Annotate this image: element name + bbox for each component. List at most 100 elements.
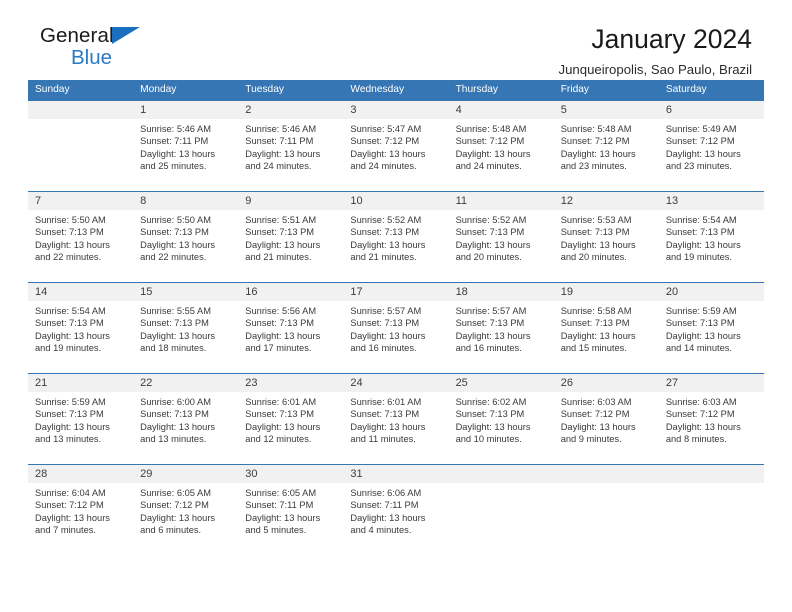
sunset-text: Sunset: 7:11 PM — [245, 500, 314, 511]
day-cell[interactable]: Sunrise: 5:58 AM Sunset: 7:13 PM Dayligh… — [554, 301, 659, 373]
daylight-text-line1: Daylight: 13 hours — [140, 512, 216, 523]
day-number[interactable] — [28, 101, 133, 119]
daylight-text-line2: and 17 minutes. — [245, 343, 312, 354]
day-number[interactable]: 23 — [238, 374, 343, 392]
day-number[interactable]: 8 — [133, 192, 238, 210]
day-number[interactable]: 22 — [133, 374, 238, 392]
day-cell[interactable]: Sunrise: 5:59 AM Sunset: 7:13 PM Dayligh… — [659, 301, 764, 373]
day-number[interactable]: 4 — [449, 101, 554, 119]
day-number[interactable]: 6 — [659, 101, 764, 119]
day-cell[interactable] — [659, 483, 764, 555]
day-cell[interactable]: Sunrise: 5:47 AM Sunset: 7:12 PM Dayligh… — [343, 119, 448, 191]
day-cell[interactable] — [449, 483, 554, 555]
day-cell[interactable]: Sunrise: 5:53 AM Sunset: 7:13 PM Dayligh… — [554, 210, 659, 282]
daylight-text-line1: Daylight: 13 hours — [350, 330, 426, 341]
day-number[interactable]: 10 — [343, 192, 448, 210]
day-cell[interactable]: Sunrise: 6:05 AM Sunset: 7:11 PM Dayligh… — [238, 483, 343, 555]
day-number[interactable]: 20 — [659, 283, 764, 301]
day-number[interactable]: 13 — [659, 192, 764, 210]
daylight-text-line1: Daylight: 13 hours — [245, 330, 321, 341]
day-cell[interactable]: Sunrise: 6:02 AM Sunset: 7:13 PM Dayligh… — [449, 392, 554, 464]
sunset-text: Sunset: 7:13 PM — [455, 318, 525, 329]
sunrise-text: Sunrise: 6:03 AM — [665, 397, 737, 407]
day-cell[interactable]: Sunrise: 5:50 AM Sunset: 7:13 PM Dayligh… — [28, 210, 133, 282]
day-cell[interactable]: Sunrise: 5:51 AM Sunset: 7:13 PM Dayligh… — [238, 210, 343, 282]
day-cell[interactable]: Sunrise: 5:54 AM Sunset: 7:13 PM Dayligh… — [659, 210, 764, 282]
day-number[interactable]: 26 — [554, 374, 659, 392]
day-cell[interactable]: Sunrise: 5:46 AM Sunset: 7:11 PM Dayligh… — [238, 119, 343, 191]
day-cell[interactable]: Sunrise: 6:01 AM Sunset: 7:13 PM Dayligh… — [343, 392, 448, 464]
day-cell[interactable]: Sunrise: 6:01 AM Sunset: 7:13 PM Dayligh… — [238, 392, 343, 464]
day-cell[interactable]: Sunrise: 5:49 AM Sunset: 7:12 PM Dayligh… — [659, 119, 764, 191]
day-cell[interactable]: Sunrise: 5:46 AM Sunset: 7:11 PM Dayligh… — [133, 119, 238, 191]
day-number[interactable]: 1 — [133, 101, 238, 119]
day-number[interactable]: 16 — [238, 283, 343, 301]
daylight-text-line1: Daylight: 13 hours — [455, 421, 531, 432]
day-cell[interactable]: Sunrise: 5:48 AM Sunset: 7:12 PM Dayligh… — [554, 119, 659, 191]
day-number[interactable]: 15 — [133, 283, 238, 301]
day-number[interactable]: 12 — [554, 192, 659, 210]
day-number[interactable] — [449, 465, 554, 483]
day-number[interactable]: 19 — [554, 283, 659, 301]
sunset-text: Sunset: 7:13 PM — [35, 409, 104, 420]
daylight-text-line1: Daylight: 13 hours — [455, 330, 531, 341]
day-number[interactable]: 9 — [238, 192, 343, 210]
daylight-text-line2: and 13 minutes. — [35, 434, 102, 445]
logo-text-general: General — [40, 24, 114, 47]
day-cell[interactable]: Sunrise: 5:56 AM Sunset: 7:13 PM Dayligh… — [238, 301, 343, 373]
day-number[interactable]: 2 — [238, 101, 343, 119]
day-number[interactable]: 21 — [28, 374, 133, 392]
day-cell[interactable]: Sunrise: 5:50 AM Sunset: 7:13 PM Dayligh… — [133, 210, 238, 282]
day-cell[interactable]: Sunrise: 5:48 AM Sunset: 7:12 PM Dayligh… — [449, 119, 554, 191]
day-number[interactable]: 5 — [554, 101, 659, 119]
day-cell[interactable]: Sunrise: 5:54 AM Sunset: 7:13 PM Dayligh… — [28, 301, 133, 373]
daylight-text-line2: and 22 minutes. — [140, 252, 207, 263]
day-number[interactable] — [659, 465, 764, 483]
day-cell[interactable]: Sunrise: 5:59 AM Sunset: 7:13 PM Dayligh… — [28, 392, 133, 464]
day-number[interactable]: 28 — [28, 465, 133, 483]
day-cell[interactable]: Sunrise: 5:57 AM Sunset: 7:13 PM Dayligh… — [343, 301, 448, 373]
day-cell[interactable]: Sunrise: 5:55 AM Sunset: 7:13 PM Dayligh… — [133, 301, 238, 373]
weekday-header-monday: Monday — [140, 84, 177, 95]
sunset-text: Sunset: 7:12 PM — [665, 136, 735, 147]
day-number[interactable]: 17 — [343, 283, 448, 301]
day-cell[interactable] — [554, 483, 659, 555]
day-cell[interactable]: Sunrise: 6:06 AM Sunset: 7:11 PM Dayligh… — [343, 483, 448, 555]
sunrise-text: Sunrise: 5:55 AM — [140, 306, 211, 316]
day-number[interactable]: 27 — [659, 374, 764, 392]
day-number[interactable] — [554, 465, 659, 483]
generalblue-logo[interactable]: General Blue — [40, 24, 240, 74]
daylight-text-line2: and 10 minutes. — [455, 434, 522, 445]
day-detail-band: Sunrise: 6:04 AM Sunset: 7:12 PM Dayligh… — [28, 483, 764, 555]
day-number[interactable]: 25 — [449, 374, 554, 392]
day-number[interactable]: 7 — [28, 192, 133, 210]
day-cell[interactable] — [28, 119, 133, 191]
daylight-text-line2: and 20 minutes. — [455, 252, 522, 263]
day-number[interactable]: 24 — [343, 374, 448, 392]
sunset-text: Sunset: 7:13 PM — [140, 227, 209, 238]
day-number[interactable]: 29 — [133, 465, 238, 483]
sunrise-text: Sunrise: 5:57 AM — [455, 306, 527, 316]
day-cell[interactable]: Sunrise: 5:52 AM Sunset: 7:13 PM Dayligh… — [449, 210, 554, 282]
weekday-header-saturday: Saturday — [665, 84, 707, 95]
sunset-text: Sunset: 7:12 PM — [455, 136, 525, 147]
daylight-text-line2: and 23 minutes. — [665, 161, 732, 172]
day-cell[interactable]: Sunrise: 5:52 AM Sunset: 7:13 PM Dayligh… — [343, 210, 448, 282]
day-number[interactable]: 11 — [449, 192, 554, 210]
day-cell[interactable]: Sunrise: 5:57 AM Sunset: 7:13 PM Dayligh… — [449, 301, 554, 373]
day-cell[interactable]: Sunrise: 6:03 AM Sunset: 7:12 PM Dayligh… — [554, 392, 659, 464]
daylight-text-line2: and 11 minutes. — [350, 434, 416, 445]
day-cell[interactable]: Sunrise: 6:00 AM Sunset: 7:13 PM Dayligh… — [133, 392, 238, 464]
day-number[interactable]: 3 — [343, 101, 448, 119]
sunset-text: Sunset: 7:13 PM — [140, 318, 209, 329]
daylight-text-line2: and 12 minutes. — [245, 434, 312, 445]
day-cell[interactable]: Sunrise: 6:05 AM Sunset: 7:12 PM Dayligh… — [133, 483, 238, 555]
day-number[interactable]: 31 — [343, 465, 448, 483]
day-cell[interactable]: Sunrise: 6:04 AM Sunset: 7:12 PM Dayligh… — [28, 483, 133, 555]
day-number[interactable]: 18 — [449, 283, 554, 301]
day-cell[interactable]: Sunrise: 6:03 AM Sunset: 7:12 PM Dayligh… — [659, 392, 764, 464]
day-number[interactable]: 14 — [28, 283, 133, 301]
day-number[interactable]: 30 — [238, 465, 343, 483]
daylight-text-line1: Daylight: 13 hours — [665, 421, 741, 432]
daylight-text-line2: and 18 minutes. — [140, 343, 207, 354]
